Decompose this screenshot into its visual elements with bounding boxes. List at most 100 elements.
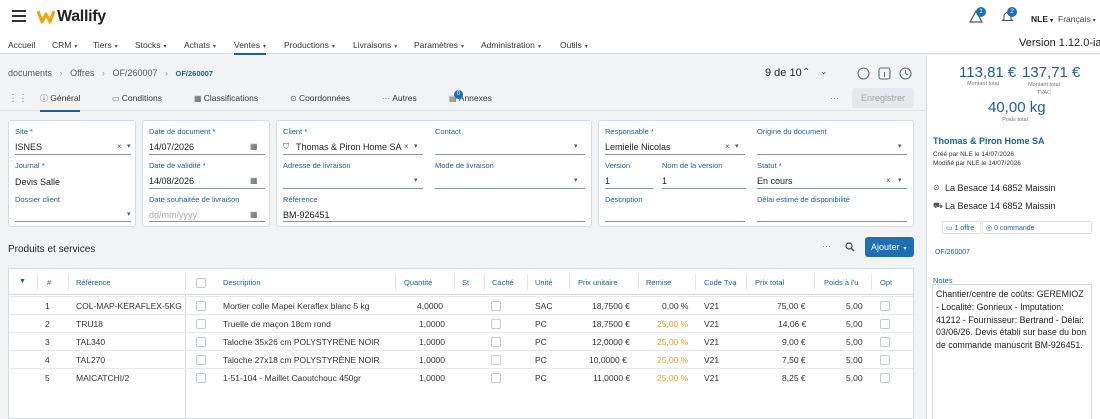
table-row[interactable]: 2 TRU18 Truelle de maçon 18cm rond 1,000…: [9, 314, 913, 332]
company-link[interactable]: Thomas & Piron Home SA: [933, 136, 1045, 146]
dropdown-icon[interactable]: ▾: [574, 176, 578, 184]
opt-checkbox[interactable]: [880, 319, 890, 329]
menu-livraisons[interactable]: Livraisons ▾: [353, 40, 397, 50]
menu-stocks[interactable]: Stocks ▾: [135, 40, 167, 50]
dropdown-icon[interactable]: ▾: [414, 142, 418, 150]
col-description[interactable]: Description: [223, 278, 261, 287]
opt-checkbox[interactable]: [880, 373, 890, 383]
breadcrumb-offres[interactable]: Offres: [70, 68, 94, 78]
products-more-icon[interactable]: ···: [822, 241, 831, 251]
more-options-icon[interactable]: ···: [830, 93, 839, 103]
chevron-down-icon[interactable]: ⌄: [820, 66, 828, 77]
date-livraison-input[interactable]: dd/mm/yyyy: [149, 210, 197, 220]
row-checkbox[interactable]: [196, 355, 206, 365]
row-checkbox[interactable]: [196, 301, 206, 311]
dropdown-icon[interactable]: ▾: [898, 176, 902, 184]
col-prix-total[interactable]: Prix total: [755, 278, 784, 287]
clear-icon[interactable]: ×: [886, 176, 891, 185]
menu-outils[interactable]: Outils ▾: [560, 40, 588, 50]
menu-tiers[interactable]: Tiers ▾: [93, 40, 118, 50]
menu-administration[interactable]: Administration ▾: [481, 40, 541, 50]
col-quantite[interactable]: Quantité: [404, 278, 432, 287]
sort-icon[interactable]: ▼: [19, 278, 26, 285]
dropdown-icon[interactable]: ▾: [127, 210, 131, 218]
app-logo[interactable]: Wallify: [57, 8, 106, 26]
tab-autres[interactable]: ··· Autres: [382, 93, 417, 103]
menu-parametres[interactable]: Paramètres ▾: [414, 40, 464, 50]
dropdown-icon[interactable]: ▾: [414, 176, 418, 184]
select-all-checkbox[interactable]: [196, 278, 206, 288]
whatsapp-icon[interactable]: [857, 67, 870, 80]
menu-accueil[interactable]: Accueil: [8, 40, 35, 50]
tab-conditions[interactable]: ▭ Conditions: [112, 93, 162, 103]
language-menu[interactable]: Français ▾: [1058, 14, 1096, 24]
dropdown-icon[interactable]: ▾: [898, 142, 902, 150]
clear-icon[interactable]: ×: [117, 142, 122, 151]
menu-productions[interactable]: Productions ▾: [284, 40, 335, 50]
cache-checkbox[interactable]: [491, 337, 501, 347]
info-icon[interactable]: [878, 67, 891, 80]
cache-checkbox[interactable]: [491, 319, 501, 329]
table-row[interactable]: 1 COL-MAP-KERAFLEX-5KG Mortier colle Map…: [9, 296, 913, 314]
tab-coordonnees[interactable]: ⊙ Coordonnées: [290, 93, 350, 103]
cache-checkbox[interactable]: [491, 301, 501, 311]
statut-value[interactable]: En cours: [757, 176, 793, 186]
add-product-button[interactable]: Ajouter ▾: [865, 237, 914, 257]
menu-crm[interactable]: CRM ▾: [52, 40, 77, 50]
row-checkbox[interactable]: [196, 337, 206, 347]
delivery-address[interactable]: La Besace 14 6852 Maissin: [945, 183, 1056, 193]
col-remise[interactable]: Remise: [646, 278, 671, 287]
dropdown-icon[interactable]: ▾: [127, 142, 131, 150]
opt-checkbox[interactable]: [880, 355, 890, 365]
date-document-input[interactable]: 14/07/2026: [149, 142, 194, 152]
menu-ventes[interactable]: Ventes ▾: [234, 40, 267, 55]
opt-checkbox[interactable]: [880, 337, 890, 347]
date-validite-input[interactable]: 14/08/2026: [149, 176, 194, 186]
offres-link[interactable]: ▭ 1 offre: [942, 221, 981, 234]
cache-checkbox[interactable]: [491, 355, 501, 365]
tab-classifications[interactable]: ▦ Classifications: [194, 93, 258, 103]
nom-version-input[interactable]: 1: [662, 176, 667, 186]
col-code-tva[interactable]: Code Tva: [704, 278, 736, 287]
col-cache[interactable]: Caché: [492, 278, 514, 287]
menu-achats[interactable]: Achats ▾: [184, 40, 216, 50]
breadcrumb-document-id[interactable]: OF/260007: [112, 68, 157, 78]
col-prix-unitaire[interactable]: Prix unitaire: [578, 278, 618, 287]
tab-general[interactable]: ⓘ Général: [40, 93, 81, 112]
notes-textarea[interactable]: Chantier/centre de coûts: GEREMIOZ - Loc…: [932, 284, 1092, 419]
calendar-icon[interactable]: ▦: [250, 176, 258, 185]
journal-value[interactable]: Devis Salle: [15, 177, 125, 187]
hamburger-menu-icon[interactable]: [12, 10, 26, 22]
search-icon[interactable]: [845, 242, 855, 252]
save-button[interactable]: Enregistrer: [852, 88, 914, 108]
clear-icon[interactable]: ×: [725, 142, 730, 151]
calendar-icon[interactable]: ▦: [250, 210, 258, 219]
table-row[interactable]: 5 MAICATCHI/2 1-51-104 - Maillet Caoutch…: [9, 368, 913, 386]
clear-icon[interactable]: ×: [404, 142, 409, 151]
col-unite[interactable]: Unité: [535, 278, 565, 287]
reference-input[interactable]: BM-926451: [283, 210, 330, 220]
col-reference[interactable]: Référence: [76, 278, 111, 287]
row-checkbox[interactable]: [196, 373, 206, 383]
col-number[interactable]: #: [47, 278, 51, 287]
dropdown-icon[interactable]: ▾: [735, 142, 739, 150]
dropdown-icon[interactable]: ▾: [574, 142, 578, 150]
row-checkbox[interactable]: [196, 319, 206, 329]
grid-menu-icon[interactable]: ⋮⋮: [8, 93, 28, 104]
col-st[interactable]: St: [462, 278, 469, 287]
table-row[interactable]: 4 TAL270 Taloche 27x18 cm POLYSTYRÈNE NO…: [9, 350, 913, 368]
col-opt[interactable]: Opt: [880, 278, 892, 287]
cache-checkbox[interactable]: [491, 373, 501, 383]
clock-icon[interactable]: [899, 67, 912, 80]
breadcrumb-documents[interactable]: documents: [8, 68, 52, 78]
commandes-link[interactable]: ◎ 0 commande: [982, 221, 1092, 234]
site-value[interactable]: ISNES: [15, 142, 105, 152]
billing-address[interactable]: La Besace 14 6852 Maissin: [945, 201, 1056, 211]
document-ref-link[interactable]: OF/260007: [935, 249, 970, 256]
table-row[interactable]: 3 TAL340 Taloche 35x26 cm POLYSTYRÈNE NO…: [9, 332, 913, 350]
user-menu[interactable]: NLE ▾: [1031, 14, 1053, 24]
opt-checkbox[interactable]: [880, 301, 890, 311]
chevron-up-icon[interactable]: ⌃: [802, 67, 810, 78]
client-value[interactable]: Thomas & Piron Home SA: [296, 142, 406, 152]
col-poids[interactable]: Poids à l'u: [824, 278, 864, 287]
